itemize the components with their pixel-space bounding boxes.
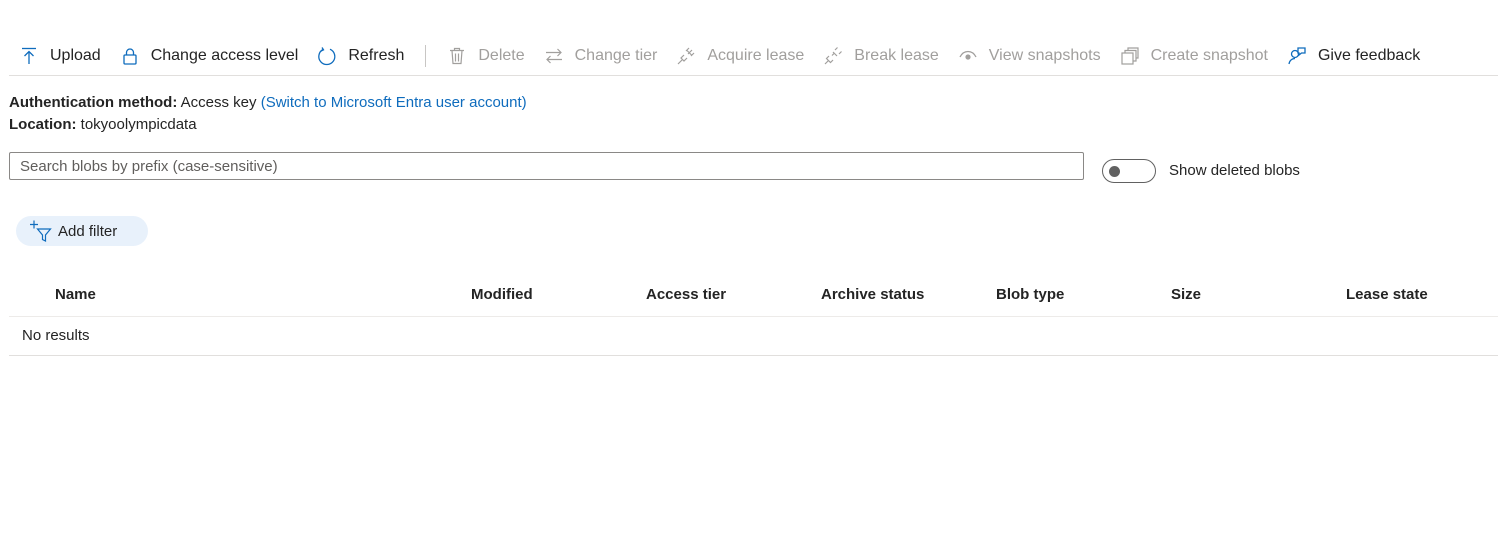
swap-arrows-icon (544, 46, 564, 66)
delete-button[interactable]: Delete (437, 37, 533, 75)
unplug-icon (823, 46, 843, 66)
location-line: Location: tokyoolympicdata (9, 116, 197, 133)
command-bar: Upload Change access level Refresh Delet… (9, 37, 1498, 76)
view-snapshots-label: View snapshots (988, 47, 1101, 64)
view-snapshots-button[interactable]: View snapshots (948, 37, 1110, 75)
give-feedback-label: Give feedback (1317, 47, 1421, 64)
give-feedback-button[interactable]: Give feedback (1277, 37, 1429, 75)
feedback-person-icon (1287, 46, 1307, 66)
delete-label: Delete (478, 47, 525, 64)
auth-method-line: Authentication method: Access key (Switc… (9, 94, 527, 111)
add-filter-label: Add filter (58, 222, 118, 240)
acquire-lease-label: Acquire lease (707, 47, 805, 64)
change-tier-button[interactable]: Change tier (534, 37, 667, 75)
table-header: Name Modified Access tier Archive status… (9, 276, 1498, 317)
change-access-level-button[interactable]: Change access level (110, 37, 308, 75)
upload-icon (19, 46, 39, 66)
toggle-knob (1109, 166, 1120, 177)
show-deleted-blobs-toggle[interactable] (1102, 159, 1156, 183)
plug-icon (676, 46, 696, 66)
refresh-icon (317, 46, 337, 66)
acquire-lease-button[interactable]: Acquire lease (666, 37, 813, 75)
refresh-label: Refresh (348, 47, 405, 64)
create-snapshot-label: Create snapshot (1150, 47, 1268, 64)
column-header-name[interactable]: Name (55, 286, 96, 303)
column-header-lease-state[interactable]: Lease state (1346, 286, 1428, 303)
column-header-access-tier[interactable]: Access tier (646, 286, 726, 303)
upload-button[interactable]: Upload (9, 37, 110, 75)
column-header-size[interactable]: Size (1171, 286, 1201, 303)
auth-method-label: Authentication method: (9, 94, 178, 111)
search-blobs-input[interactable] (9, 152, 1084, 180)
lock-icon (120, 46, 140, 66)
toolbar-divider (425, 45, 427, 67)
upload-label: Upload (50, 47, 101, 64)
add-filter-button[interactable]: Add filter (16, 216, 148, 246)
trash-icon (447, 46, 467, 66)
break-lease-label: Break lease (854, 47, 939, 64)
column-header-blob-type[interactable]: Blob type (996, 286, 1064, 303)
no-results-text: No results (22, 327, 90, 344)
column-header-archive-status[interactable]: Archive status (821, 286, 924, 303)
blob-container-page: Upload Change access level Refresh Delet… (0, 0, 1498, 538)
show-deleted-blobs-label: Show deleted blobs (1169, 162, 1300, 179)
location-label: Location: (9, 116, 77, 133)
switch-auth-link[interactable]: (Switch to Microsoft Entra user account) (261, 94, 527, 111)
create-snapshot-button[interactable]: Create snapshot (1110, 37, 1277, 75)
auth-method-value: Access key (180, 94, 257, 111)
table-empty-row: No results (9, 317, 1498, 356)
refresh-button[interactable]: Refresh (307, 37, 413, 75)
add-filter-icon (29, 219, 53, 243)
snapshot-icon (1120, 46, 1140, 66)
break-lease-button[interactable]: Break lease (813, 37, 948, 75)
column-header-modified[interactable]: Modified (471, 286, 533, 303)
eye-icon (958, 46, 978, 66)
change-access-level-label: Change access level (150, 47, 299, 64)
change-tier-label: Change tier (574, 47, 658, 64)
location-value: tokyoolympicdata (80, 116, 197, 133)
